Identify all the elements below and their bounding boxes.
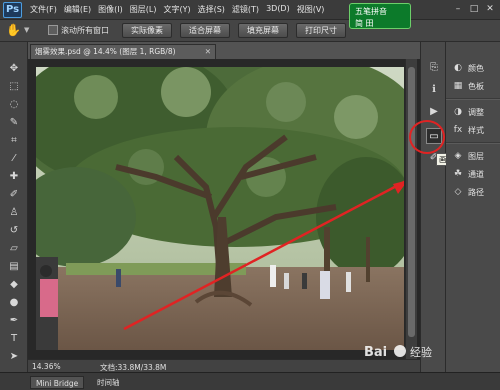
svg-text:Bai: Bai — [364, 345, 387, 360]
actual-pixels-button[interactable]: 实际像素 — [122, 23, 172, 38]
scrollbar-thumb[interactable] — [408, 67, 415, 337]
brush-tool-icon[interactable]: ✐ — [4, 186, 24, 203]
panel-styles[interactable]: fx 样式 — [452, 122, 484, 138]
lasso-tool-icon[interactable]: ◌ — [4, 96, 24, 113]
panel-paths[interactable]: ◇ 路径 — [452, 184, 484, 200]
marquee-tool-icon[interactable]: ⬚ — [4, 78, 24, 95]
path-select-tool-icon[interactable]: ➤ — [4, 348, 24, 365]
bottom-panel-bar: Mini Bridge 时间轴 — [0, 372, 500, 390]
actions-panel-icon[interactable]: ▶ — [426, 104, 442, 120]
scroll-all-windows-checkbox[interactable] — [48, 25, 58, 35]
close-icon[interactable]: ✕ — [484, 3, 496, 15]
zoom-level[interactable]: 14.36% — [32, 362, 61, 371]
eraser-tool-icon[interactable]: ▱ — [4, 240, 24, 257]
panel-divider — [446, 142, 500, 144]
pen-tool-icon[interactable]: ✒ — [4, 312, 24, 329]
menu-bar: Ps 文件(F) 编辑(E) 图像(I) 图层(L) 文字(Y) 选择(S) 滤… — [0, 0, 500, 20]
panel-dock: ◐ 颜色 ▦ 色板 ◑ 调整 fx 样式 ◈ 图层 ☘ 通道 ◇ 路径 — [446, 42, 500, 372]
history-brush-tool-icon[interactable]: ↺ — [4, 222, 24, 239]
panel-channels-label: 通道 — [468, 169, 484, 179]
type-tool-icon[interactable]: T — [4, 330, 24, 347]
panel-color-label: 颜色 — [468, 63, 484, 73]
menu-list: 文件(F) 编辑(E) 图像(I) 图层(L) 文字(Y) 选择(S) 滤镜(T… — [30, 4, 324, 15]
clone-stamp-tool-icon[interactable]: ♙ — [4, 204, 24, 221]
print-size-button[interactable]: 打印尺寸 — [296, 23, 346, 38]
annotation-red-circle — [409, 120, 445, 154]
document-tab-title: 烟雾效果.psd @ 14.4% (图层 1, RGB/8) — [35, 47, 176, 56]
minimize-icon[interactable]: – — [452, 3, 464, 15]
blur-tool-icon[interactable]: ◆ — [4, 276, 24, 293]
healing-brush-tool-icon[interactable]: ✚ — [4, 168, 24, 185]
crop-tool-icon[interactable]: ⌗ — [4, 132, 24, 149]
collapsed-panel-dock: ⎘ ℹ ▶ ▭ ✐ — [420, 42, 446, 372]
ime-mode-label: 五笔拼音 — [355, 7, 387, 16]
svg-text:经验: 经验 — [410, 345, 432, 359]
options-bar: ✋ ▼ 滚动所有窗口 实际像素 适合屏幕 填充屏幕 打印尺寸 — [0, 20, 500, 42]
properties-panel-icon[interactable]: ℹ — [426, 82, 442, 98]
tab-timeline[interactable]: 时间轴 — [92, 376, 125, 389]
eyedropper-tool-icon[interactable]: ⁄ — [4, 150, 24, 167]
scroll-all-windows-label: 滚动所有窗口 — [61, 26, 109, 35]
canvas-area[interactable] — [28, 59, 420, 359]
canvas-vertical-scrollbar[interactable] — [405, 59, 417, 359]
ime-status-label: 简 田 — [355, 19, 374, 28]
photoshop-window: Ps 文件(F) 编辑(E) 图像(I) 图层(L) 文字(Y) 选择(S) 滤… — [0, 0, 500, 390]
panel-swatches-label: 色板 — [468, 81, 484, 91]
panel-adjustments[interactable]: ◑ 调整 — [452, 104, 484, 120]
history-panel-icon[interactable]: ⎘ — [426, 60, 442, 76]
paths-icon: ◇ — [454, 187, 462, 197]
panel-paths-label: 路径 — [468, 187, 484, 197]
panel-layers-label: 图层 — [468, 151, 484, 161]
tools-panel: ✥ ⬚ ◌ ✎ ⌗ ⁄ ✚ ✐ ♙ ↺ ▱ ▤ ◆ ● ✒ T ➤ — [0, 42, 28, 372]
document-tab[interactable]: 烟雾效果.psd @ 14.4% (图层 1, RGB/8) ✕ — [30, 44, 216, 59]
panel-swatches[interactable]: ▦ 色板 — [452, 78, 484, 94]
menu-filter[interactable]: 滤镜(T) — [232, 4, 259, 15]
close-document-icon[interactable]: ✕ — [205, 45, 211, 59]
menu-layer[interactable]: 图层(L) — [130, 4, 157, 15]
quick-select-tool-icon[interactable]: ✎ — [4, 114, 24, 131]
menu-image[interactable]: 图像(I) — [98, 4, 123, 15]
panel-layers[interactable]: ◈ 图层 — [452, 148, 484, 164]
dodge-tool-icon[interactable]: ● — [4, 294, 24, 311]
panel-channels[interactable]: ☘ 通道 — [452, 166, 484, 182]
fill-screen-button[interactable]: 填充屏幕 — [238, 23, 288, 38]
menu-type[interactable]: 文字(Y) — [163, 4, 190, 15]
panel-adjustments-label: 调整 — [468, 107, 484, 117]
menu-select[interactable]: 选择(S) — [198, 4, 225, 15]
canvas-photo — [36, 67, 404, 350]
color-icon: ◐ — [454, 63, 462, 73]
fit-screen-button[interactable]: 适合屏幕 — [180, 23, 230, 38]
swatches-icon: ▦ — [453, 81, 463, 91]
adjustments-icon: ◑ — [454, 107, 462, 117]
menu-edit[interactable]: 编辑(E) — [64, 4, 91, 15]
layers-icon: ◈ — [454, 151, 462, 161]
menu-view[interactable]: 视图(V) — [297, 4, 325, 15]
channels-icon: ☘ — [453, 169, 463, 179]
gradient-tool-icon[interactable]: ▤ — [4, 258, 24, 275]
panel-styles-label: 样式 — [468, 125, 484, 135]
panel-divider — [446, 98, 500, 100]
menu-3d[interactable]: 3D(D) — [266, 4, 290, 15]
move-tool-icon[interactable]: ✥ — [4, 60, 24, 77]
tree-photo-image — [36, 67, 404, 350]
panel-color[interactable]: ◐ 颜色 — [452, 60, 484, 76]
maximize-icon[interactable]: □ — [468, 3, 480, 15]
hand-tool-icon[interactable]: ✋ — [6, 23, 21, 37]
styles-icon: fx — [453, 125, 463, 135]
tool-preset-dropdown-icon[interactable]: ▼ — [24, 26, 29, 34]
ime-status-bar[interactable]: 五笔拼音 简 田 — [349, 3, 411, 29]
baidu-jingyan-watermark: Bai 经验 — [364, 345, 432, 360]
menu-file[interactable]: 文件(F) — [30, 4, 57, 15]
photoshop-logo: Ps — [3, 2, 22, 18]
tab-mini-bridge[interactable]: Mini Bridge — [30, 376, 85, 389]
